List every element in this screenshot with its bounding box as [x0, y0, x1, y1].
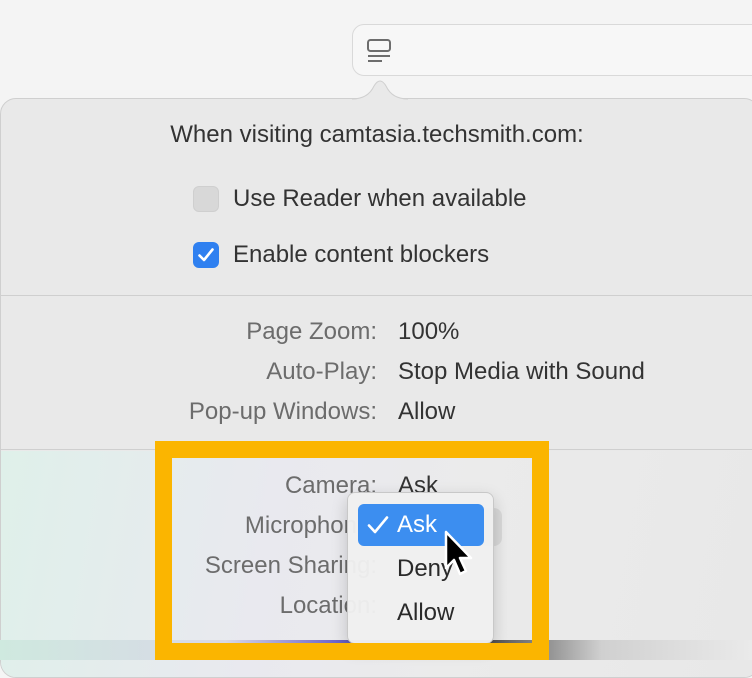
use-reader-label: Use Reader when available: [233, 185, 527, 212]
popup-windows-label: Pop-up Windows:: [188, 398, 377, 425]
divider: [1, 295, 752, 296]
content-blockers-checkbox[interactable]: [193, 242, 219, 268]
auto-play-select[interactable]: Stop Media with Sound: [398, 358, 645, 386]
page-zoom-select[interactable]: 100%: [398, 318, 459, 346]
use-reader-checkbox[interactable]: [193, 186, 219, 212]
reader-icon: [366, 38, 392, 64]
setting-row-auto-play[interactable]: Auto-Play: Stop Media with Sound: [1, 358, 752, 388]
highlight-frame: [155, 441, 549, 660]
checkmark-icon: [198, 248, 214, 262]
popup-windows-select[interactable]: Allow: [398, 398, 455, 426]
use-reader-option[interactable]: Use Reader when available: [193, 185, 527, 213]
content-blockers-option[interactable]: Enable content blockers: [193, 241, 489, 269]
page-zoom-label: Page Zoom:: [246, 318, 377, 345]
content-blockers-label: Enable content blockers: [233, 241, 490, 268]
auto-play-label: Auto-Play:: [266, 358, 377, 385]
setting-row-popup-windows[interactable]: Pop-up Windows: Allow: [1, 398, 752, 428]
popover-arrow: [352, 80, 408, 100]
reader-button[interactable]: [352, 24, 752, 76]
popover-title: When visiting camtasia.techsmith.com:: [170, 121, 584, 148]
setting-row-page-zoom[interactable]: Page Zoom: 100%: [1, 318, 752, 348]
